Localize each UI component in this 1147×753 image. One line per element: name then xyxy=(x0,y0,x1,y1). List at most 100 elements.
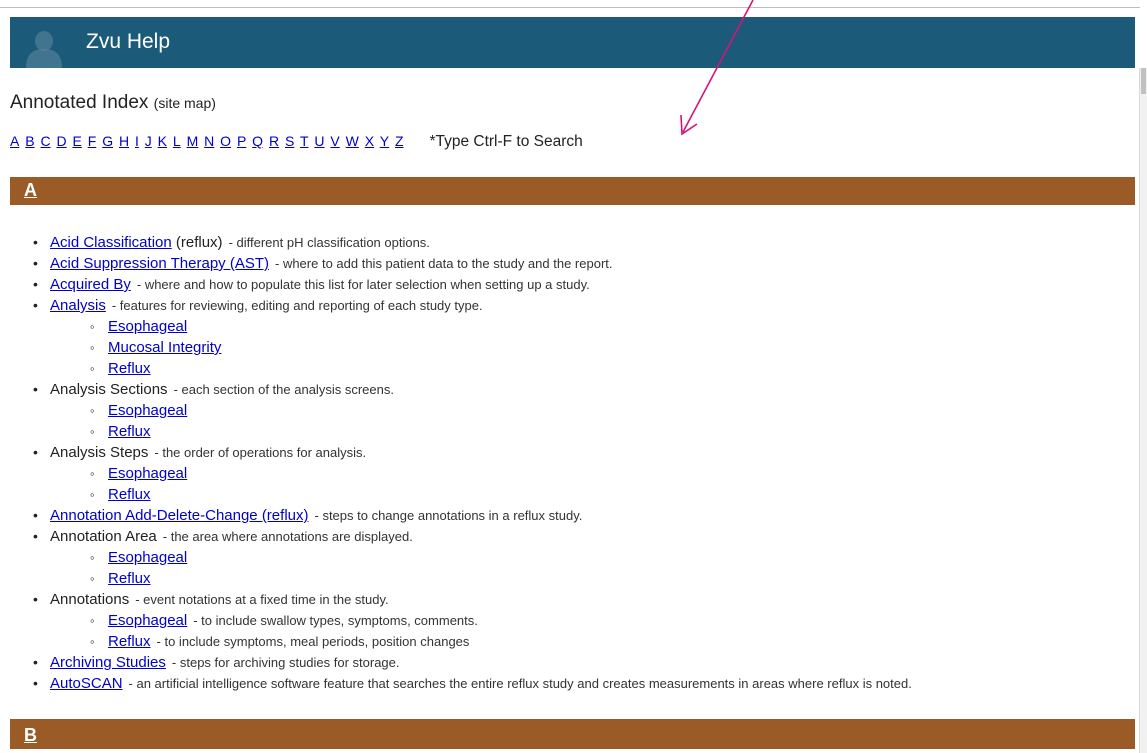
index-sublist: Esophageal Reflux xyxy=(50,400,912,442)
letter-link-l[interactable]: L xyxy=(173,133,181,149)
letter-link-i[interactable]: I xyxy=(135,133,139,149)
letter-link-x[interactable]: X xyxy=(365,133,374,149)
letter-link-n[interactable]: N xyxy=(204,133,214,149)
letter-link-m[interactable]: M xyxy=(187,133,199,149)
letter-link-j[interactable]: J xyxy=(145,133,152,149)
index-entry-description: - event notations at a fixed time in the… xyxy=(135,592,389,607)
letter-link-k[interactable]: K xyxy=(158,133,167,149)
section-header-b: B xyxy=(10,719,1135,749)
index-sublist: Esophageal Mucosal Integrity Reflux xyxy=(50,316,912,379)
index-entry-link[interactable]: Reflux xyxy=(108,633,151,650)
index-entry: Archiving Studies - steps for archiving s… xyxy=(32,652,912,673)
index-entry: Analysis Steps - the order of operations … xyxy=(32,442,912,505)
index-subentry: Reflux xyxy=(50,421,912,442)
index-entry-description: - steps for archiving studies for storag… xyxy=(171,655,400,670)
index-entry-link[interactable]: Archiving Studies xyxy=(50,654,166,671)
index-subentry: Reflux xyxy=(50,568,912,589)
index-entry-link[interactable]: Reflux xyxy=(108,486,151,503)
index-entry-link[interactable]: Acquired By xyxy=(50,276,131,293)
index-entry-link[interactable]: Reflux xyxy=(108,570,151,587)
index-entry-description: - to include symptoms, meal periods, pos… xyxy=(156,634,470,649)
index-entry-description: - where to add this patient data to the … xyxy=(275,256,613,271)
letter-link-e[interactable]: E xyxy=(73,133,82,149)
index-entry-qualifier: (reflux) xyxy=(171,234,223,251)
letter-link-h[interactable]: H xyxy=(119,133,129,149)
index-entry: Analysis - features for reviewing, editin… xyxy=(32,295,912,379)
index-entry-link[interactable]: Annotation Add-Delete-Change (reflux) xyxy=(50,507,309,524)
index-sublist: Esophageal Reflux xyxy=(50,463,912,505)
vertical-scrollbar[interactable] xyxy=(1139,68,1147,753)
index-subentry: Mucosal Integrity xyxy=(50,337,912,358)
index-entry-label: Annotation Area xyxy=(50,528,157,545)
section-letter[interactable]: A xyxy=(24,180,37,201)
index-entry: Acquired By - where and how to populate t… xyxy=(32,274,912,295)
letter-link-q[interactable]: Q xyxy=(252,133,263,149)
index-entry: Acid Suppression Therapy (AST) - where to… xyxy=(32,253,912,274)
index-entry: Acid Classification (reflux) - different … xyxy=(32,232,912,253)
page-title-text: Annotated Index xyxy=(10,92,149,113)
index-entry-description: - the area where annotations are display… xyxy=(162,529,413,544)
index-entry-link[interactable]: Acid Classification xyxy=(50,234,172,251)
index-entry-description: - to include swallow types, symptoms, co… xyxy=(193,613,478,628)
index-entry-link[interactable]: Acid Suppression Therapy (AST) xyxy=(50,255,269,272)
help-title: Zvu Help xyxy=(86,30,171,53)
index-entry-link[interactable]: Analysis xyxy=(50,297,106,314)
letter-link-y[interactable]: Y xyxy=(380,133,389,149)
index-entry-link[interactable]: Esophageal xyxy=(108,402,187,419)
index-entry-description: - where and how to populate this list fo… xyxy=(136,277,590,292)
letter-link-w[interactable]: W xyxy=(346,133,359,149)
index-entry-description: - the order of operations for analysis. xyxy=(154,445,367,460)
scrollbar-thumb[interactable] xyxy=(1141,68,1146,94)
index-entry-link[interactable]: Esophageal xyxy=(108,612,187,629)
letter-link-t[interactable]: T xyxy=(300,133,309,149)
index-entry-description: - features for reviewing, editing and re… xyxy=(111,298,483,313)
window-top-border xyxy=(0,0,1140,8)
page-title: Annotated Index (site map) xyxy=(10,92,216,114)
letter-link-c[interactable]: C xyxy=(40,133,50,149)
index-subentry: Reflux - to include symptoms, meal period… xyxy=(50,631,912,652)
index-subentry: Esophageal xyxy=(50,316,912,337)
search-hint: *Type Ctrl-F to Search xyxy=(429,133,583,150)
index-entry-description: - each section of the analysis screens. xyxy=(173,382,394,397)
index-entry-link[interactable]: Reflux xyxy=(108,423,151,440)
help-header: Zvu Help xyxy=(10,17,1135,68)
letter-link-u[interactable]: U xyxy=(314,133,324,149)
letter-link-v[interactable]: V xyxy=(330,133,339,149)
index-subentry: Esophageal xyxy=(50,463,912,484)
index-entry-link[interactable]: Mucosal Integrity xyxy=(108,339,221,356)
letter-link-p[interactable]: P xyxy=(237,133,246,149)
index-subentry: Reflux xyxy=(50,484,912,505)
index-entry-link[interactable]: Esophageal xyxy=(108,318,187,335)
index-entry: Annotation Area - the area where annotati… xyxy=(32,526,912,589)
section-letter[interactable]: B xyxy=(24,725,37,746)
index-entry-link[interactable]: AutoSCAN xyxy=(50,675,123,692)
index-subentry: Reflux xyxy=(50,358,912,379)
index-entry-link[interactable]: Esophageal xyxy=(108,465,187,482)
index-entry: AutoSCAN - an artificial intelligence sof… xyxy=(32,673,912,694)
letter-link-r[interactable]: R xyxy=(269,133,279,149)
logo-icon xyxy=(26,31,62,68)
index-subentry: Esophageal - to include swallow types, sy… xyxy=(50,610,912,631)
index-entry-description: - steps to change annotations in a reflu… xyxy=(314,508,583,523)
index-subentry: Esophageal xyxy=(50,400,912,421)
letter-link-o[interactable]: O xyxy=(220,133,231,149)
index-entry-label: Annotations xyxy=(50,591,130,608)
letter-link-s[interactable]: S xyxy=(285,133,294,149)
letter-link-z[interactable]: Z xyxy=(395,133,404,149)
page-subtitle: (site map) xyxy=(153,95,216,111)
index-sublist: Esophageal - to include swallow types, sy… xyxy=(50,610,912,652)
index-entry-label: Analysis Sections xyxy=(50,381,168,398)
letter-link-f[interactable]: F xyxy=(88,133,97,149)
index-entry-description: - an artificial intelligence software fe… xyxy=(128,676,912,691)
index-entry-link[interactable]: Reflux xyxy=(108,360,151,377)
section-header-a: A xyxy=(10,177,1135,205)
letter-link-g[interactable]: G xyxy=(102,133,113,149)
index-entry-link[interactable]: Esophageal xyxy=(108,549,187,566)
letter-link-a[interactable]: A xyxy=(10,133,19,149)
alphabet-nav: A B C D E F G H I J K L M N O P Q R S T … xyxy=(10,133,583,151)
letter-link-b[interactable]: B xyxy=(25,133,34,149)
index-entry-description: - different pH classification options. xyxy=(228,235,430,250)
letter-link-d[interactable]: D xyxy=(56,133,66,149)
index-sublist: Esophageal Reflux xyxy=(50,547,912,589)
index-entry-label: Analysis Steps xyxy=(50,444,149,461)
